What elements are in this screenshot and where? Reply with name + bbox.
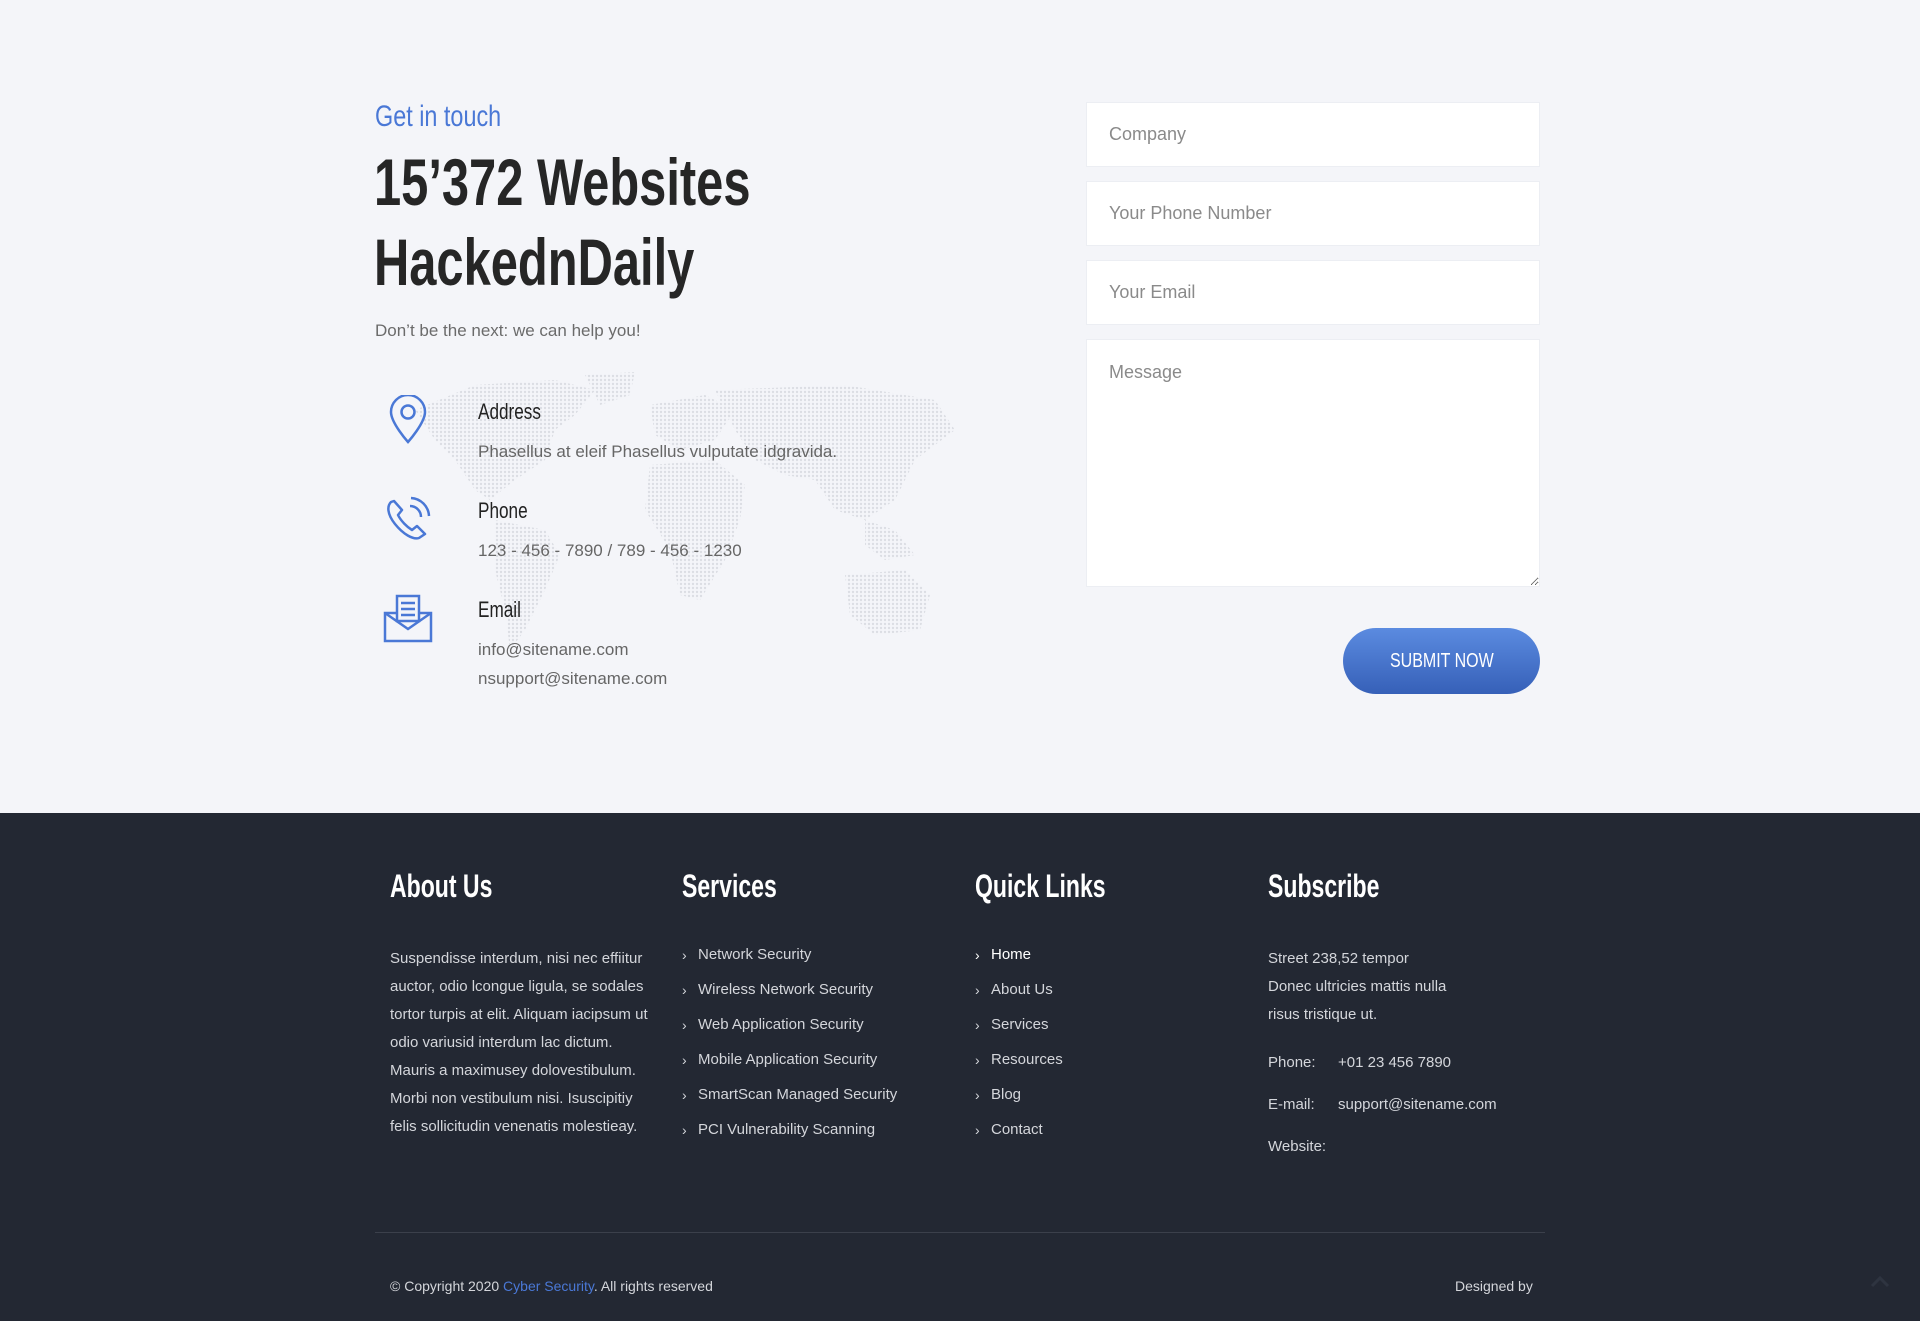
quick-link-contact[interactable]: › Contact xyxy=(975,1120,1063,1155)
subscribe-website: Website: xyxy=(1268,1138,1327,1155)
envelope-icon xyxy=(383,594,433,643)
contact-form xyxy=(1086,102,1540,601)
chevron-right-icon: › xyxy=(682,1052,687,1068)
footer-divider xyxy=(375,1232,1545,1233)
chevron-right-icon: › xyxy=(682,947,687,963)
chevron-right-icon: › xyxy=(682,1017,687,1033)
footer-about-text: Suspendisse interdum, nisi nec effiitur … xyxy=(390,950,648,1135)
section-eyebrow: Get in touch xyxy=(375,100,502,133)
chevron-right-icon: › xyxy=(975,1052,980,1068)
chevron-right-icon: › xyxy=(975,1017,980,1033)
services-link[interactable]: › Network Security xyxy=(682,945,897,980)
services-list: › Network Security › Wireless Network Secu… xyxy=(682,945,897,1155)
scroll-top-icon[interactable] xyxy=(1870,1274,1890,1288)
services-link[interactable]: › PCI Vulnerability Scanning xyxy=(682,1120,897,1155)
phone-icon xyxy=(387,496,431,540)
quick-link-resources[interactable]: › Resources xyxy=(975,1050,1063,1085)
quick-link-about[interactable]: › About Us xyxy=(975,980,1063,1015)
email-title: Email xyxy=(478,597,521,622)
chevron-right-icon: › xyxy=(682,982,687,998)
quick-links-list: › Home › About Us › Services › Resources › Bl… xyxy=(975,945,1063,1155)
subscribe-email: E-mail: support@sitename.com xyxy=(1268,1096,1497,1113)
company-input[interactable] xyxy=(1086,102,1540,167)
services-link[interactable]: › Web Application Security xyxy=(682,1015,897,1050)
footer: About Us Suspendisse interdum, nisi nec … xyxy=(0,813,1920,1321)
chevron-right-icon: › xyxy=(975,947,980,963)
quick-link-services[interactable]: › Services xyxy=(975,1015,1063,1050)
phone-input[interactable] xyxy=(1086,181,1540,246)
page-title: 15’372 Websites HackednDaily xyxy=(374,145,751,299)
address-text: Phasellus at eleif Phasellus vulputate i… xyxy=(478,442,838,461)
email-input[interactable] xyxy=(1086,260,1540,325)
chevron-right-icon: › xyxy=(975,982,980,998)
chevron-right-icon: › xyxy=(975,1122,980,1138)
address-title: Address xyxy=(478,399,541,424)
contact-section: Get in touch 15’372 Websites HackednDail… xyxy=(0,0,1920,813)
services-link[interactable]: › Mobile Application Security xyxy=(682,1050,897,1085)
message-textarea[interactable] xyxy=(1086,339,1540,587)
footer-quick-links-heading: Quick Links xyxy=(975,868,1106,904)
chevron-right-icon: › xyxy=(975,1087,980,1103)
footer-subscribe-heading: Subscribe xyxy=(1268,868,1380,904)
designed-by: Designed by xyxy=(1455,1278,1533,1294)
footer-services-heading: Services xyxy=(682,868,777,904)
copyright-link[interactable]: Cyber Security xyxy=(503,1278,594,1294)
subscribe-address: Street 238,52 tempor Donec ultricies mat… xyxy=(1268,950,1447,1023)
phone-title: Phone xyxy=(478,498,528,523)
services-link[interactable]: › SmartScan Managed Security xyxy=(682,1085,897,1120)
copyright: © Copyright 2020 Cyber Security. All rig… xyxy=(390,1278,713,1294)
tagline: Don’t be the next: we can help you! xyxy=(375,321,641,340)
subscribe-email-link[interactable]: support@sitename.com xyxy=(1338,1096,1497,1113)
map-pin-icon xyxy=(389,395,427,444)
services-link[interactable]: › Wireless Network Security xyxy=(682,980,897,1015)
phone-text: 123 - 456 - 7890 / 789 - 456 - 1230 xyxy=(478,541,742,560)
submit-button[interactable]: SUBMIT NOW xyxy=(1343,628,1540,694)
footer-about-heading: About Us xyxy=(390,868,493,904)
email-text-support[interactable]: nsupport@sitename.com xyxy=(478,664,667,693)
quick-link-home[interactable]: › Home xyxy=(975,945,1063,980)
chevron-right-icon: › xyxy=(682,1122,687,1138)
quick-link-blog[interactable]: › Blog xyxy=(975,1085,1063,1120)
chevron-right-icon: › xyxy=(682,1087,687,1103)
email-text-primary[interactable]: info@sitename.com xyxy=(478,635,629,664)
subscribe-phone: Phone: +01 23 456 7890 xyxy=(1268,1054,1452,1071)
